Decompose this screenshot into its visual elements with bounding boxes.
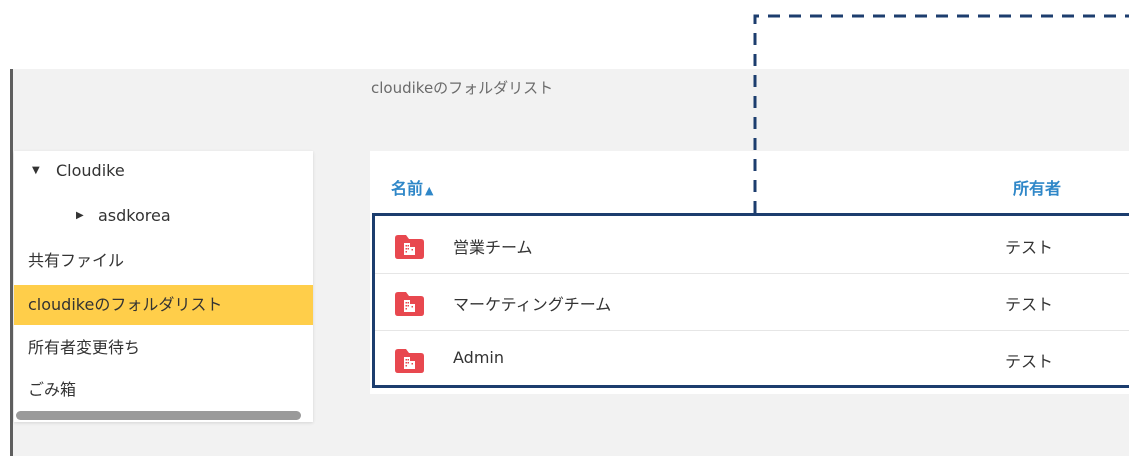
- folder-tree-sidebar: ▼ Cloudike ▶ asdkorea 共有ファイル cloudikeのフォ…: [14, 151, 313, 422]
- tree-item-trash[interactable]: ごみ箱: [14, 370, 313, 410]
- tree-item-cloudike-folder-list[interactable]: cloudikeのフォルダリスト: [14, 285, 313, 325]
- tree-item-label: 所有者変更待ち: [28, 338, 141, 357]
- annotation-highlight-box: [372, 213, 1129, 388]
- column-header-name-label: 名前: [391, 179, 424, 198]
- column-header-name[interactable]: 名前 ▲: [391, 175, 433, 199]
- horizontal-scrollbar[interactable]: [16, 411, 301, 420]
- caret-right-icon[interactable]: ▶: [76, 196, 84, 236]
- tree-item-label: ごみ箱: [28, 380, 77, 399]
- tree-item-shared-files[interactable]: 共有ファイル: [14, 241, 313, 281]
- page-title: cloudikeのフォルダリスト: [371, 79, 554, 97]
- tree-item-label: asdkorea: [98, 206, 171, 225]
- column-header-owner[interactable]: 所有者: [1013, 175, 1061, 199]
- tree-item-pending-owner-change[interactable]: 所有者変更待ち: [14, 328, 313, 368]
- app-left-edge: [10, 69, 13, 456]
- tree-item-cloudike[interactable]: ▼ Cloudike: [14, 151, 313, 191]
- caret-down-icon[interactable]: ▼: [32, 151, 40, 191]
- tree-item-label: cloudikeのフォルダリスト: [28, 295, 223, 314]
- sort-ascending-icon: ▲: [425, 184, 434, 197]
- tree-item-label: Cloudike: [56, 161, 125, 180]
- tree-item-asdkorea[interactable]: ▶ asdkorea: [14, 196, 313, 236]
- tree-item-label: 共有ファイル: [28, 251, 125, 270]
